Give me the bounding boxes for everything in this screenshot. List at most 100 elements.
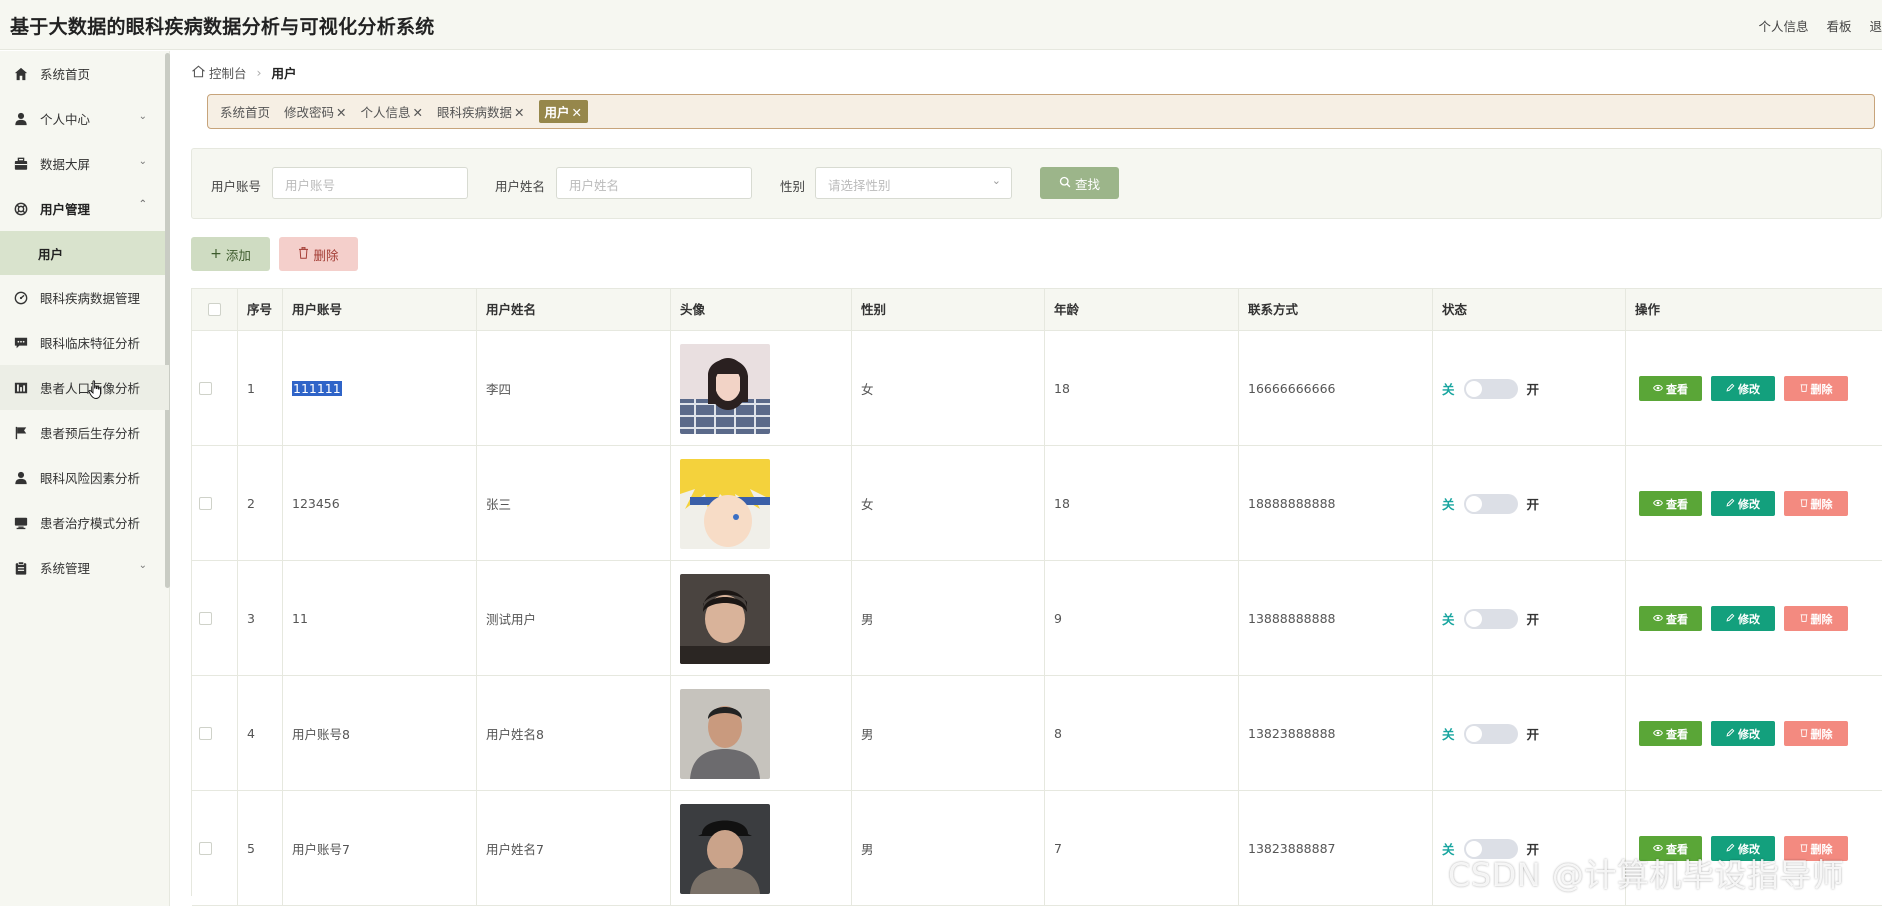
row-name: 张三 [486,497,512,512]
row-gender: 男 [861,842,874,857]
account-search-input[interactable]: 用户账号 [272,167,468,199]
switch-knob [1465,495,1482,512]
pencil-icon [1726,727,1735,740]
row-age: 18 [1054,496,1070,511]
view-button[interactable]: 查看 [1639,491,1702,516]
close-icon[interactable]: ✕ [572,105,582,120]
column-header: 头像 [671,289,852,331]
column-header: 状态 [1433,289,1626,331]
tag-label: 修改密码 [284,105,335,120]
row-phone: 18888888888 [1248,496,1336,511]
row-age: 18 [1054,381,1070,396]
chevron-down-icon: ⌄ [138,560,147,571]
row-checkbox[interactable] [199,727,212,740]
close-icon[interactable]: ✕ [413,105,423,120]
add-button[interactable]: + 添加 [191,237,270,271]
status-off-label: 关 [1442,497,1455,512]
batch-delete-button[interactable]: 删除 [279,237,358,271]
view-button[interactable]: 查看 [1639,376,1702,401]
status-switch[interactable] [1463,378,1518,399]
breadcrumb-home[interactable]: 控制台 [209,63,247,82]
header-link-profile[interactable]: 个人信息 [1758,16,1808,35]
sidebar-item-system[interactable]: 系统管理 ⌄ [0,545,169,590]
column-header: 用户账号 [283,289,477,331]
sidebar-item-home[interactable]: 系统首页 [0,51,169,96]
gender-cell: 男 [852,561,1045,676]
row-account: 111111 [292,381,342,396]
header-link-logout[interactable]: 退 [1869,16,1882,35]
view-button[interactable]: 查看 [1639,721,1702,746]
row-checkbox[interactable] [199,612,212,625]
delete-button[interactable]: 删除 [1784,376,1848,401]
row-phone: 16666666666 [1248,381,1336,396]
delete-button[interactable]: 删除 [1784,721,1848,746]
operations-cell: 查看 修改 删除 [1626,561,1882,676]
sidebar-item-risk-factors[interactable]: 眼科风险因素分析 [0,455,169,500]
avatar [680,688,770,779]
status-off-label: 关 [1442,727,1455,742]
row-index: 2 [247,496,255,511]
tag-home[interactable]: 系统首页 [220,102,270,121]
gender-select[interactable]: 请选择性别 ⌄ [815,167,1012,199]
sidebar-item-label: 眼科风险因素分析 [40,471,141,486]
tag-users[interactable]: 用户 ✕ [538,100,589,123]
tag-eye-disease-data[interactable]: 眼科疾病数据 ✕ [437,102,525,121]
header-select-all[interactable] [192,289,238,331]
row-name: 李四 [486,382,512,397]
sidebar-subitem-users[interactable]: 用户 [0,231,169,275]
header-link-dashboard[interactable]: 看板 [1826,16,1851,35]
tag-label: 系统首页 [220,105,271,120]
delete-button[interactable]: 删除 [1784,491,1848,516]
avatar [680,803,770,894]
status-switch[interactable] [1463,493,1518,514]
edit-button[interactable]: 修改 [1711,721,1775,746]
delete-button[interactable]: 删除 [1784,606,1848,631]
sidebar-item-personal[interactable]: 个人中心 ⌄ [0,96,169,141]
row-checkbox[interactable] [199,382,212,395]
sidebar-item-demographics[interactable]: 患者人口画像分析 [0,365,169,410]
close-icon[interactable]: ✕ [514,105,524,120]
account-label: 用户账号 [211,179,262,194]
status-on-label: 开 [1526,612,1540,627]
account-cell: 11 [283,561,477,676]
row-name: 用户姓名7 [486,842,544,857]
row-checkbox[interactable] [199,497,212,510]
column-header: 联系方式 [1239,289,1433,331]
sidebar-item-treatment[interactable]: 患者治疗模式分析 [0,500,169,545]
sidebar-item-prognosis[interactable]: 患者预后生存分析 [0,410,169,455]
tags-view-bar: 系统首页 修改密码 ✕ 个人信息 ✕ 眼科疾病数据 ✕ 用户 ✕ [207,94,1875,129]
status-switch[interactable] [1463,608,1518,629]
edit-button[interactable]: 修改 [1711,606,1775,631]
table-row: 1 111111 李四 女 18 16666666666 关 开 查看 修改 删… [192,331,1882,446]
sidebar-item-clinical-analysis[interactable]: 眼科临床特征分析 [0,320,169,365]
table-row: 4 用户账号8 用户姓名8 男 8 13823888888 关 开 查看 修改 [192,676,1882,791]
table-row: 2 123456 张三 女 18 18888888888 关 开 查看 修改 删… [192,446,1882,561]
edit-button[interactable]: 修改 [1711,491,1775,516]
tag-personal-info[interactable]: 个人信息 ✕ [361,102,424,121]
switch-knob [1465,380,1482,397]
sidebar-item-bigscreen[interactable]: 数据大屏 ⌄ [0,141,169,186]
search-button[interactable]: 查找 [1040,167,1119,199]
sidebar-item-eye-disease-data[interactable]: 眼科疾病数据管理 [0,275,169,320]
row-gender: 男 [861,727,874,742]
status-toggle-group: 关 开 [1442,493,1539,514]
row-age: 9 [1054,611,1062,626]
sidebar-item-user-management[interactable]: 用户管理 ⌃ [0,186,169,231]
view-button[interactable]: 查看 [1639,606,1702,631]
row-phone: 13888888888 [1248,611,1336,626]
tag-change-password[interactable]: 修改密码 ✕ [284,102,347,121]
edit-button-label: 修改 [1738,497,1760,511]
delete-row-button-label: 删除 [1810,727,1833,741]
view-button-label: 查看 [1666,612,1688,626]
breadcrumb-separator-icon: › [256,65,262,80]
select-all-checkbox[interactable] [208,303,221,316]
edit-button-label: 修改 [1738,382,1760,396]
status-switch[interactable] [1463,723,1518,744]
phone-cell: 16666666666 [1239,331,1433,446]
name-search-input[interactable]: 用户姓名 [556,167,752,199]
edit-button[interactable]: 修改 [1711,376,1775,401]
close-icon[interactable]: ✕ [336,105,346,120]
row-checkbox[interactable] [199,842,212,855]
account-cell: 用户账号7 [283,791,477,906]
phone-cell: 18888888888 [1239,446,1433,561]
